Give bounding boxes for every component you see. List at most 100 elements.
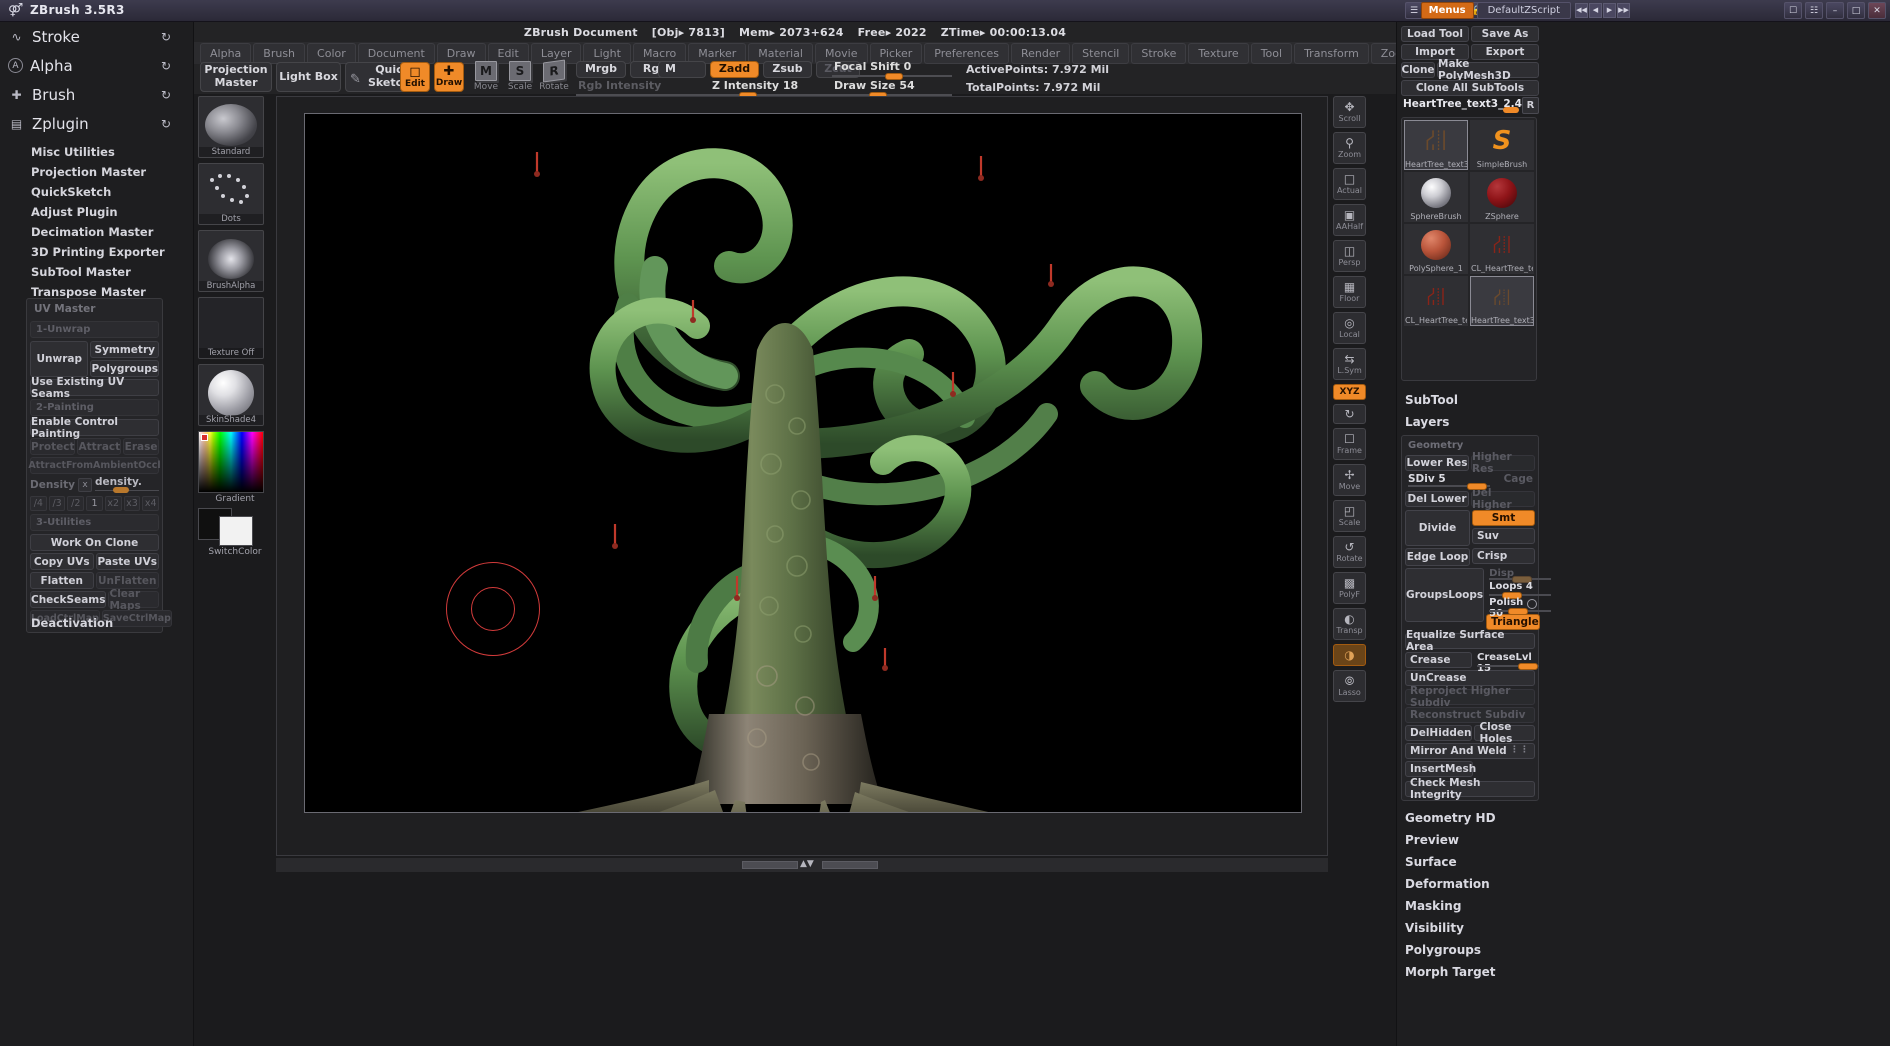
equalize-surface-area-button[interactable]: Equalize Surface Area	[1405, 633, 1535, 649]
zscript-step-back-icon[interactable]: ◀	[1589, 3, 1602, 18]
menu-transform[interactable]: Transform	[1294, 43, 1369, 64]
nav-transp-button[interactable]: ◐ Transp	[1333, 608, 1366, 640]
density-step-one[interactable]: 1	[86, 496, 103, 511]
mrgb-button[interactable]: Mrgb	[576, 61, 626, 78]
section-preview[interactable]: Preview	[1401, 829, 1539, 851]
menu-color[interactable]: Color	[307, 43, 356, 64]
nav-ghost-transp-button[interactable]: ◑	[1333, 644, 1366, 666]
nav-scale-button[interactable]: ◰ Scale	[1333, 500, 1366, 532]
tool-item-spherebrush[interactable]: SphereBrush	[1404, 172, 1468, 222]
section-surface[interactable]: Surface	[1401, 851, 1539, 873]
nav-floor-button[interactable]: ▦ Floor	[1333, 276, 1366, 308]
polish-slider[interactable]: Polish 50	[1486, 597, 1540, 612]
move-button[interactable]: M Move	[471, 61, 501, 95]
clear-maps-button[interactable]: Clear Maps	[108, 591, 159, 608]
edge-loop-button[interactable]: Edge Loop	[1405, 548, 1470, 566]
menu-alpha[interactable]: Alpha	[200, 43, 251, 64]
density-step-x4[interactable]: x4	[142, 496, 159, 511]
del-hidden-button[interactable]: DelHidden	[1405, 725, 1472, 741]
section-morph-target[interactable]: Morph Target	[1401, 961, 1539, 983]
tool-item-zsphere[interactable]: ZSphere	[1470, 172, 1534, 222]
density-knob[interactable]	[113, 487, 129, 493]
clone-button[interactable]: Clone	[1401, 62, 1435, 78]
zscript-next-icon[interactable]: ▶▶	[1617, 3, 1630, 18]
color-gradient-picker[interactable]	[198, 431, 264, 493]
zplugin-refresh-icon[interactable]: ↻	[161, 117, 171, 131]
enable-control-painting-button[interactable]: Enable Control Painting	[30, 419, 159, 436]
flatten-button[interactable]: Flatten	[30, 572, 94, 589]
nav-lasso-button[interactable]: ⦾ Lasso	[1333, 670, 1366, 702]
zadd-button[interactable]: Zadd	[710, 61, 759, 78]
stroke-refresh-icon[interactable]: ↻	[161, 30, 171, 44]
menu-tool[interactable]: Tool	[1251, 43, 1292, 64]
window-maximize-button[interactable]: □	[1847, 2, 1865, 19]
zplugin-item-adjust-plugin[interactable]: Adjust Plugin	[0, 202, 193, 222]
crease-button[interactable]: Crease	[1405, 652, 1472, 668]
palette-alpha[interactable]: A Alpha ↻	[0, 55, 193, 76]
section-geometry-hd[interactable]: Geometry HD	[1401, 807, 1539, 829]
menu-render[interactable]: Render	[1011, 43, 1070, 64]
higher-res-button[interactable]: Higher Res	[1471, 455, 1535, 471]
current-tool-slider[interactable]: HeartTree_text3_2.49 R	[1401, 98, 1539, 114]
unflatten-button[interactable]: UnFlatten	[96, 572, 160, 589]
menu-brush[interactable]: Brush	[253, 43, 305, 64]
paste-uvs-button[interactable]: Paste UVs	[96, 553, 160, 570]
rotate-button[interactable]: R Rotate	[539, 61, 569, 95]
save-as-button[interactable]: Save As	[1471, 26, 1539, 42]
alpha-refresh-icon[interactable]: ↻	[161, 59, 171, 73]
nav-move-button[interactable]: ✢ Move	[1333, 464, 1366, 496]
protect-button[interactable]: Protect	[30, 438, 75, 455]
insert-mesh-button[interactable]: InsertMesh	[1405, 761, 1473, 777]
del-higher-button[interactable]: Del Higher	[1471, 491, 1535, 507]
nav-local-button[interactable]: ◎ Local	[1333, 312, 1366, 344]
section-masking[interactable]: Masking	[1401, 895, 1539, 917]
cage-button[interactable]: Cage	[1504, 473, 1533, 485]
make-polymesh3d-button[interactable]: Make PolyMesh3D	[1437, 62, 1539, 78]
zplugin-item-quicksketch[interactable]: QuickSketch	[0, 182, 193, 202]
loops-slider[interactable]: Loops 4	[1486, 581, 1540, 596]
nav-lsym-button[interactable]: ⇆ L.Sym	[1333, 348, 1366, 380]
check-mesh-integrity-button[interactable]: Check Mesh Integrity	[1405, 781, 1535, 797]
nav-zoom-button[interactable]: ⚲ Zoom	[1333, 132, 1366, 164]
projection-master-button[interactable]: Projection Master	[200, 62, 272, 92]
palette-stroke[interactable]: ∿ Stroke ↻	[0, 26, 193, 47]
zscript-play-icon[interactable]: ▶	[1603, 3, 1616, 18]
current-tool-knob[interactable]	[1503, 107, 1519, 113]
zsub-button[interactable]: Zsub	[763, 61, 812, 78]
attract-button[interactable]: Attract	[77, 438, 121, 455]
attract-from-ambient-occlusion-button[interactable]: AttractFromAmbientOccl	[30, 457, 159, 474]
tool-item-polysphere[interactable]: PolySphere_1	[1404, 224, 1468, 274]
symmetry-button[interactable]: Symmetry	[90, 341, 159, 358]
zplugin-item-3d-printing-exporter[interactable]: 3D Printing Exporter	[0, 242, 193, 262]
tool-item-simplebrush[interactable]: S SimpleBrush	[1470, 120, 1534, 170]
edit-button[interactable]: ◻ Edit	[400, 62, 430, 92]
menu-stencil[interactable]: Stencil	[1072, 43, 1129, 64]
zplugin-item-projection-master[interactable]: Projection Master	[0, 162, 193, 182]
density-step-x2[interactable]: x2	[105, 496, 122, 511]
nav-actual-button[interactable]: □ Actual	[1333, 168, 1366, 200]
reproject-higher-subdiv-button[interactable]: Reproject Higher Subdiv	[1405, 689, 1535, 705]
deactivation-item[interactable]: Deactivation	[31, 616, 113, 630]
section-subtool[interactable]: SubTool	[1401, 389, 1539, 411]
tool-item-hearttree-main[interactable]: ⛜ HeartTree_text3	[1404, 120, 1468, 170]
dots-stroke-thumb[interactable]: Dots	[198, 163, 264, 225]
material-thumb[interactable]: SkinShade4	[198, 364, 264, 426]
draw-button[interactable]: ✚ Draw	[434, 62, 464, 92]
focal-shift-slider[interactable]: Focal Shift 0	[832, 62, 952, 78]
close-holes-button[interactable]: Close Holes	[1474, 725, 1535, 741]
nav-xyz-button[interactable]: XYZ	[1333, 384, 1366, 400]
groups-loops-button[interactable]: GroupsLoops	[1405, 568, 1484, 622]
disp-slider[interactable]: Disp	[1486, 568, 1540, 580]
nav-rotate-snap-button[interactable]: ↻	[1333, 404, 1366, 424]
light-box-button[interactable]: Light Box	[276, 62, 341, 92]
nav-rotate-button[interactable]: ↺ Rotate	[1333, 536, 1366, 568]
sdiv-slider[interactable]: SDiv 5 Cage	[1405, 473, 1535, 489]
menu-stroke[interactable]: Stroke	[1131, 43, 1186, 64]
document-canvas[interactable]	[304, 113, 1302, 813]
m-button[interactable]: M	[658, 61, 706, 78]
nav-aahalf-button[interactable]: ▣ AAHalf	[1333, 204, 1366, 236]
nav-scroll-button[interactable]: ✥ Scroll	[1333, 96, 1366, 128]
polish-circle-icon[interactable]	[1527, 599, 1537, 609]
nav-frame-button[interactable]: ☐ Frame	[1333, 428, 1366, 460]
suv-button[interactable]: Suv	[1472, 528, 1535, 544]
